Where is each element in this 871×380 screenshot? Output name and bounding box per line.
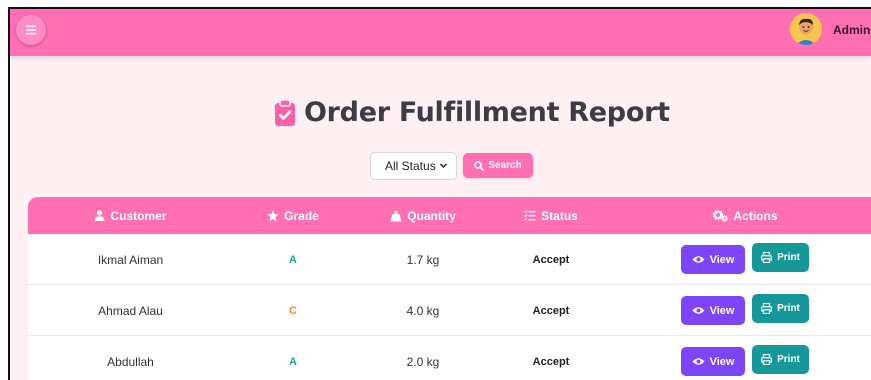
column-header-actions: Actions xyxy=(668,197,823,234)
print-button[interactable]: Print xyxy=(752,243,809,272)
search-button-label: Search xyxy=(488,160,522,171)
user-icon xyxy=(94,210,105,221)
weight-icon xyxy=(390,210,402,221)
grade-cell: A xyxy=(289,253,297,266)
status-filter-value: All Status xyxy=(385,159,436,173)
page-title-text: Order Fulfillment Report xyxy=(304,97,670,128)
customer-cell: Abdullah xyxy=(107,354,154,369)
eye-icon xyxy=(692,358,705,365)
print-button[interactable]: Print xyxy=(752,294,809,323)
eye-icon xyxy=(692,307,705,314)
search-button[interactable]: Search xyxy=(463,153,533,178)
app-frame: Admin Order Fulfillment Report All Statu… xyxy=(8,7,871,380)
printer-icon xyxy=(761,252,773,263)
menu-toggle-button[interactable] xyxy=(16,15,46,45)
grade-cell: A xyxy=(289,355,297,368)
clipboard-check-icon xyxy=(275,98,295,126)
user-name-label[interactable]: Admin xyxy=(833,23,870,37)
table-row: Ikmal Aiman A 1.7 kg Accept View Print xyxy=(28,234,871,285)
avatar[interactable] xyxy=(790,13,822,45)
column-header-grade: Grade xyxy=(238,197,348,234)
table-row: Abdullah A 2.0 kg Accept View Print xyxy=(28,336,871,380)
view-button[interactable]: View xyxy=(681,347,745,376)
gears-icon xyxy=(713,209,729,222)
status-cell: Accept xyxy=(532,304,570,317)
quantity-cell: 4.0 kg xyxy=(406,303,440,318)
customer-cell: Ahmad Alau xyxy=(98,303,163,318)
top-navbar: Admin xyxy=(10,9,871,56)
printer-icon xyxy=(761,303,773,314)
search-icon xyxy=(474,160,485,171)
menu-icon xyxy=(26,25,36,35)
table-header: Customer Grade Quantity Status Actions xyxy=(28,197,871,234)
print-button[interactable]: Print xyxy=(752,345,809,374)
column-header-customer: Customer xyxy=(58,197,203,234)
page-title: Order Fulfillment Report xyxy=(274,97,670,128)
view-button[interactable]: View xyxy=(681,245,745,274)
list-check-icon xyxy=(524,210,536,221)
table-row: Ahmad Alau C 4.0 kg Accept View Print xyxy=(28,285,871,336)
star-icon xyxy=(267,210,279,221)
eye-icon xyxy=(692,256,705,263)
printer-icon xyxy=(761,354,773,365)
orders-table: Customer Grade Quantity Status Actions I… xyxy=(28,197,871,380)
customer-cell: Ikmal Aiman xyxy=(97,252,164,267)
status-filter-select[interactable]: All Status xyxy=(370,152,457,180)
quantity-cell: 1.7 kg xyxy=(406,252,440,267)
quantity-cell: 2.0 kg xyxy=(406,354,440,369)
status-cell: Accept xyxy=(532,355,570,368)
view-button[interactable]: View xyxy=(681,296,745,325)
column-header-status: Status xyxy=(496,197,606,234)
column-header-quantity: Quantity xyxy=(363,197,483,234)
status-cell: Accept xyxy=(532,253,570,266)
grade-cell: C xyxy=(289,304,297,317)
chevron-down-icon xyxy=(439,163,448,169)
